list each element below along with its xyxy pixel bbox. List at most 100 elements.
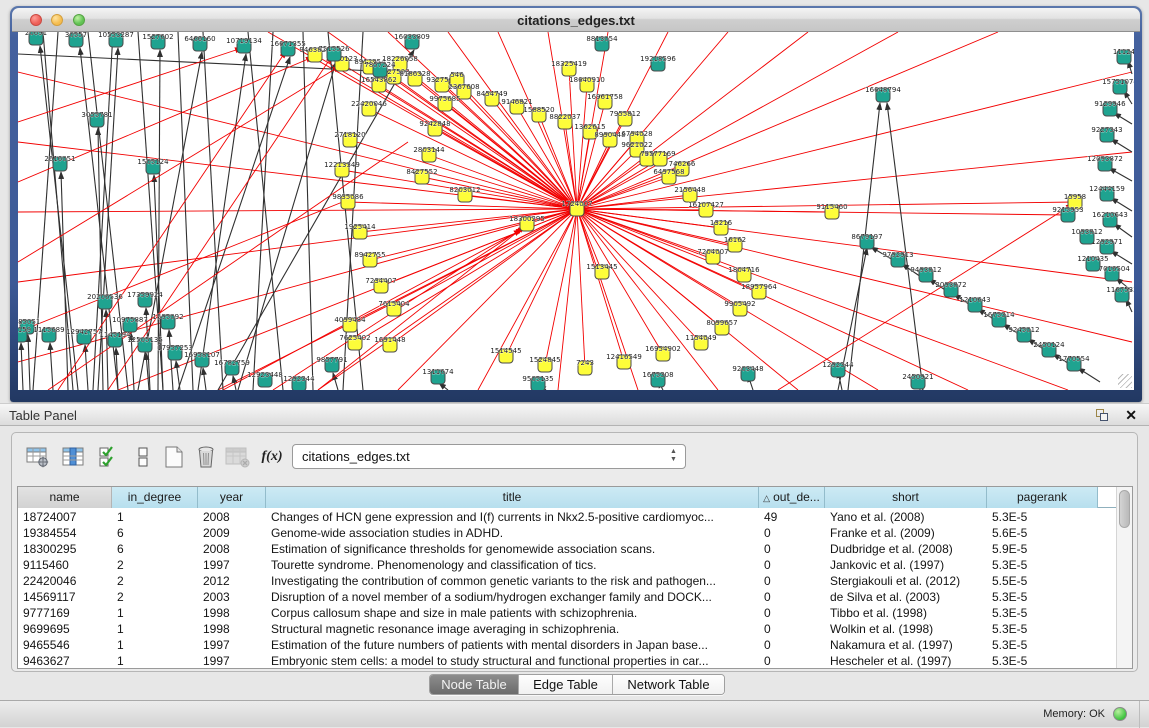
graph-node-label: 2803144 [413,146,445,154]
table-cell: Estimation of the future numbers of pati… [266,637,759,653]
graph-node-label: 9835086 [332,193,364,201]
graph-node-label: 9203448 [732,365,763,373]
tab-node-table[interactable]: Node Table [430,675,519,694]
table-cell: 5.3E-5 [987,557,1098,573]
graph-node-label: 7234407 [365,277,396,285]
window-title: citations_edges.txt [12,13,1140,28]
scrollbar-thumb[interactable] [1119,490,1130,528]
unselect-columns-icon[interactable] [128,441,160,473]
graph-node-label: 1675314 [983,311,1015,319]
graph-node-label: 1505124 [137,158,169,166]
table-row[interactable]: 969969511998Structural magnetic resonanc… [18,621,1116,637]
table-row[interactable]: 977716911998Corpus callosum shape and si… [18,605,1116,621]
table-row[interactable]: 1938455462009Genome-wide association stu… [18,525,1116,541]
graph-node-label: 16961758 [587,93,623,101]
column-header-name[interactable]: name [18,487,112,508]
graph-node-label: 15958 [1064,193,1086,201]
graph-node-label: 2616051 [44,155,75,163]
graph-node-label: 1154049 [685,334,716,342]
tab-edge-table[interactable]: Edge Table [519,675,613,694]
table-cell: 5.9E-5 [987,541,1098,557]
graph-node-label: 1292344 [822,361,854,369]
table-select-value: citations_edges.txt [302,449,410,464]
graph-node-label: 18957964 [741,283,777,291]
table-cell: 18724007 [18,509,112,525]
table-row[interactable]: 2242004622012Investigating the contribut… [18,573,1116,589]
combo-stepper-icon[interactable]: ▲▼ [669,448,678,466]
graph-node-label: 3055781 [81,111,112,119]
table-row[interactable]: 1456911722003Disruption of a novel membe… [18,589,1116,605]
graph-node-label: 1362615 [574,123,605,131]
table-cell: 9777169 [18,605,112,621]
window-titlebar[interactable]: citations_edges.txt [12,8,1140,32]
graph-node-label: 13216 [710,219,733,227]
graph-node-label: 10975887 [112,316,148,324]
graph-node-label: 20691 [25,32,47,37]
graph-node-label: 39159 [18,326,31,334]
close-panel-icon[interactable]: ✕ [1125,407,1137,424]
table-cell: Estimation of significance thresholds fo… [266,541,759,557]
graph-node-label: 18640910 [569,76,605,84]
graph-node-label: 12093872 [1087,155,1123,163]
vertical-scrollbar[interactable] [1116,487,1132,668]
column-header-pagerank[interactable]: pagerank [987,487,1098,508]
graph-node-label: 12213349 [324,161,360,169]
graph-node-label: 1513445 [586,263,617,271]
table-cell: 14569117 [18,589,112,605]
delete-table-icon[interactable] [190,441,222,473]
graph-node-label: 2093872 [935,281,966,289]
window-resize-grip[interactable] [1118,374,1132,388]
table-select[interactable]: citations_edges.txt ▲▼ [292,444,686,469]
show-columns-icon[interactable] [58,441,90,473]
memory-ok-indicator-icon[interactable] [1113,707,1127,721]
column-header-title[interactable]: title [266,487,759,508]
graph-node-label: 8454749 [476,90,507,98]
table-row[interactable]: 946554611997Estimation of the future num… [18,637,1116,653]
table-cell: Embryonic stem cells: a model to study s… [266,653,759,669]
create-table-icon[interactable] [158,441,190,473]
graph-node-label: 2718120 [334,131,365,139]
network-window: citations_edges.txt 17240079463822886012… [10,6,1142,402]
graph-node-label: 16648794 [865,86,901,94]
table-cell: 2012 [198,573,266,589]
column-header-short[interactable]: short [825,487,987,508]
column-header-year[interactable]: year [198,487,266,508]
table-cell: 6 [112,541,198,557]
table-cell: 5.6E-5 [987,525,1098,541]
table-cell: Nakamura et al. (1997) [825,637,987,653]
graph-node-label: 16162 [724,236,746,244]
table-row[interactable]: 946362711997Embryonic stem cells: a mode… [18,653,1116,669]
table-cell: 9699695 [18,621,112,637]
graph-node-label: 16958107 [184,351,220,359]
graph-node-label: 2450921 [902,373,933,381]
tab-network-table[interactable]: Network Table [613,675,724,694]
table-cell: 5.3E-5 [987,605,1098,621]
table-cell: 9465546 [18,637,112,653]
column-header-in_degree[interactable]: in_degree [112,487,198,508]
graph-node-label: 7615404 [378,300,410,308]
network-canvas[interactable]: 1724007946382288601238912954182260589127… [18,32,1134,390]
graph-node-label: 20206536 [87,293,123,301]
function-builder-icon[interactable]: f(x) [256,441,288,473]
table-cell: 49 [759,509,825,525]
delete-column-icon[interactable] [222,441,254,473]
table-row[interactable]: 1872400712008Changes of HCN gene express… [18,509,1116,525]
table-cell: 19384554 [18,525,112,541]
graph-node-label: 1167533 [1106,286,1134,294]
table-cell: 0 [759,557,825,573]
table-cell: Wolkin et al. (1998) [825,621,987,637]
table-cell: 22420046 [18,573,112,589]
table-row[interactable]: 1830029562008Estimation of significance … [18,541,1116,557]
table-cell: 9463627 [18,653,112,669]
column-header-out_de[interactable]: △out_de... [759,487,825,508]
table-settings-icon[interactable] [22,441,54,473]
float-panel-icon[interactable] [1096,409,1109,422]
table-cell: 2008 [198,509,266,525]
table-cell: Genome-wide association studies in ADHD. [266,525,759,541]
app-root: { "window": { "title": "citations_edges.… [0,0,1149,727]
select-all-columns-icon[interactable] [94,441,126,473]
table-row[interactable]: 911546021997Tourette syndrome. Phenomeno… [18,557,1116,573]
graph-node-label: 12923448 [247,371,283,379]
table-cell: 1997 [198,557,266,573]
table-cell: Structural magnetic resonance image aver… [266,621,759,637]
